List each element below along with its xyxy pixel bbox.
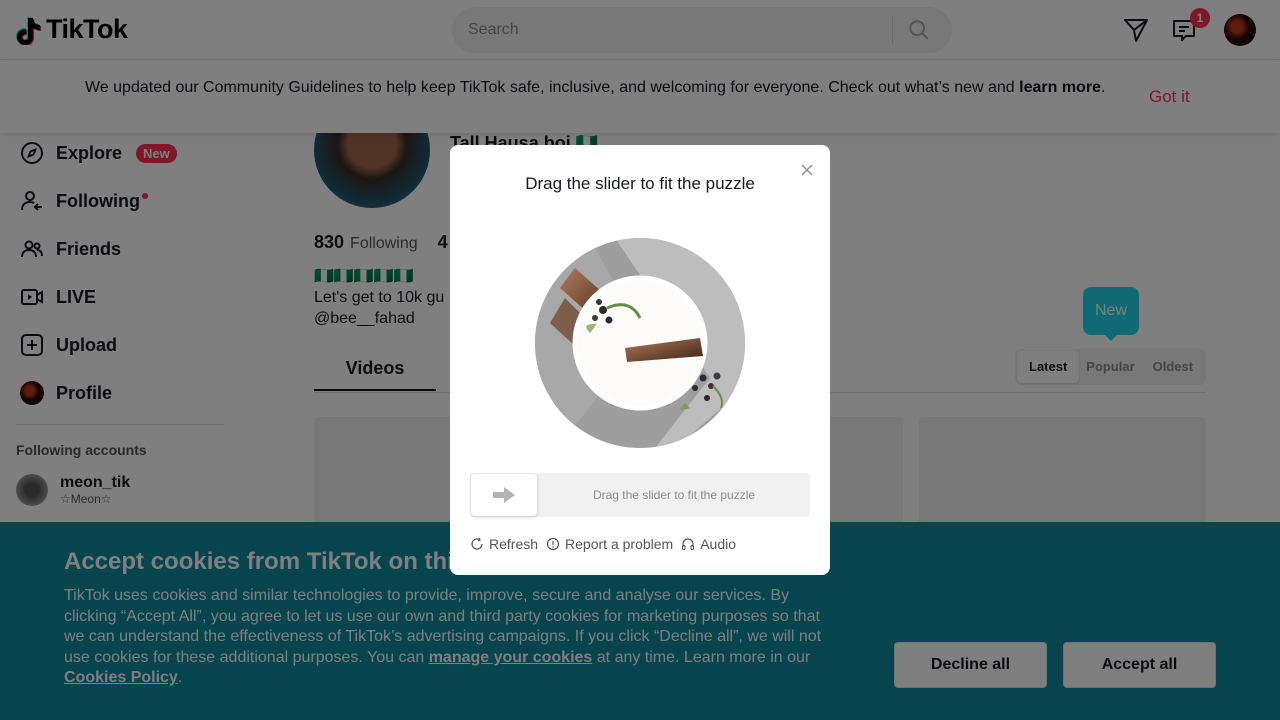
refresh-icon	[471, 537, 483, 550]
audio-button[interactable]: Audio	[681, 536, 736, 552]
arrow-right-icon	[493, 487, 515, 503]
slider-hint: Drag the slider to fit the puzzle	[592, 488, 756, 502]
puzzle-image	[535, 238, 745, 448]
report-problem-button[interactable]: Report a problem	[546, 536, 673, 552]
captcha-title: Drag the slider to fit the puzzle	[525, 174, 755, 193]
captcha-slider-handle[interactable]	[471, 474, 537, 516]
info-icon	[546, 537, 560, 551]
refresh-label: Refresh	[489, 536, 539, 552]
refresh-button[interactable]: Refresh	[470, 536, 538, 552]
report-label: Report a problem	[565, 536, 674, 552]
headphones-icon	[682, 538, 695, 551]
captcha-modal: Drag the slider to fit the puzzle Drag t…	[450, 145, 830, 575]
captcha-actions: Refresh Report a problem Audio	[470, 536, 736, 552]
audio-label: Audio	[700, 536, 737, 552]
captcha-slider-track: Drag the slider to fit the puzzle	[470, 473, 810, 517]
